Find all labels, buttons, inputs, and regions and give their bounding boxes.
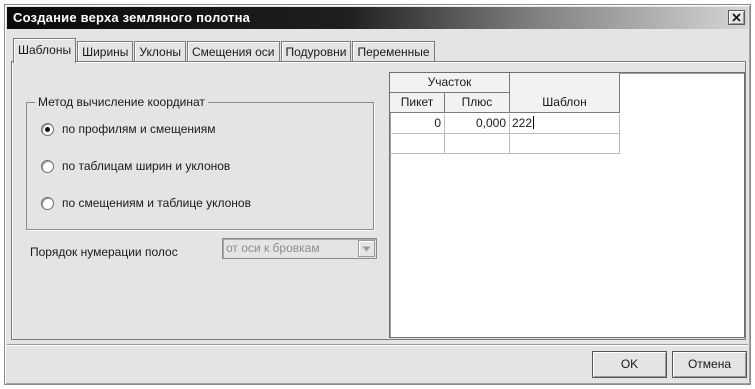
coord-method-group: Метод вычисление координат по профилям и… [26,95,374,230]
radio-button[interactable] [41,122,54,136]
radio-by-offsets-slopes[interactable]: по смещениям и таблице уклонов [41,195,251,211]
tab-sublevels[interactable]: Подуровни [280,41,352,63]
grid-cell-template[interactable]: 222 [510,114,620,134]
radio-by-profiles[interactable]: по профилям и смещениям [41,121,215,137]
tab-templates[interactable]: Шаблоны [13,38,77,63]
tab-slopes[interactable]: Уклоны [134,41,186,63]
dropdown-button[interactable] [358,240,375,257]
tab-strip: Шаблоны Ширины Уклоны Смещения оси Подуровни… [13,38,436,63]
column-header-piket[interactable]: Пикет [390,93,445,113]
title-bar[interactable]: Создание верха земляного полотна [7,7,748,29]
button-bar: OK Отмена [7,344,748,382]
text-cursor [533,116,535,129]
tab-variables[interactable]: Переменные [352,41,435,63]
grid-cell-plus[interactable] [445,134,510,154]
radio-label: по профилям и смещениям [62,122,216,136]
grid-cell-piket[interactable] [390,134,445,154]
radio-label: по таблицам ширин и уклонов [62,159,231,173]
grid-cell-template[interactable] [510,134,620,154]
window-title: Создание верха земляного полотна [13,10,251,25]
close-icon [732,13,741,22]
radio-selected-dot [45,126,50,132]
grid-cell-plus[interactable]: 0,000 [445,114,510,134]
chevron-down-icon [362,246,371,251]
column-header-plus[interactable]: Плюс [445,93,510,113]
grid-group-header: Участок [390,73,510,93]
ok-button[interactable]: OK [592,351,667,378]
templates-panel: Метод вычисление координат по профилям и… [11,61,746,340]
tab-axis-offsets[interactable]: Смещения оси [186,41,280,63]
numbering-order-select[interactable]: от оси к бровкам [222,238,377,259]
dialog-window: Создание верха земляного полотна Шаблоны… [4,4,751,385]
tab-widths[interactable]: Ширины [77,41,134,63]
radio-button[interactable] [41,159,54,173]
radio-label: по смещениям и таблице уклонов [62,196,251,210]
grid-cell-template-value[interactable]: 222 [512,116,532,130]
numbering-order-label: Порядок нумерации полос [30,245,178,259]
numbering-order-value: от оси к бровкам [226,241,320,255]
templates-grid[interactable]: Участок Пикет Плюс Шаблон 0 0,000 222 [389,72,745,338]
radio-by-width-tables[interactable]: по таблицам ширин и уклонов [41,158,230,174]
grid-cell-piket[interactable]: 0 [390,114,445,134]
radio-button[interactable] [41,196,54,210]
cancel-button[interactable]: Отмена [672,351,747,378]
column-header-template[interactable]: Шаблон [510,93,620,113]
coord-method-legend: Метод вычисление координат [35,95,208,109]
close-button[interactable] [728,10,745,25]
